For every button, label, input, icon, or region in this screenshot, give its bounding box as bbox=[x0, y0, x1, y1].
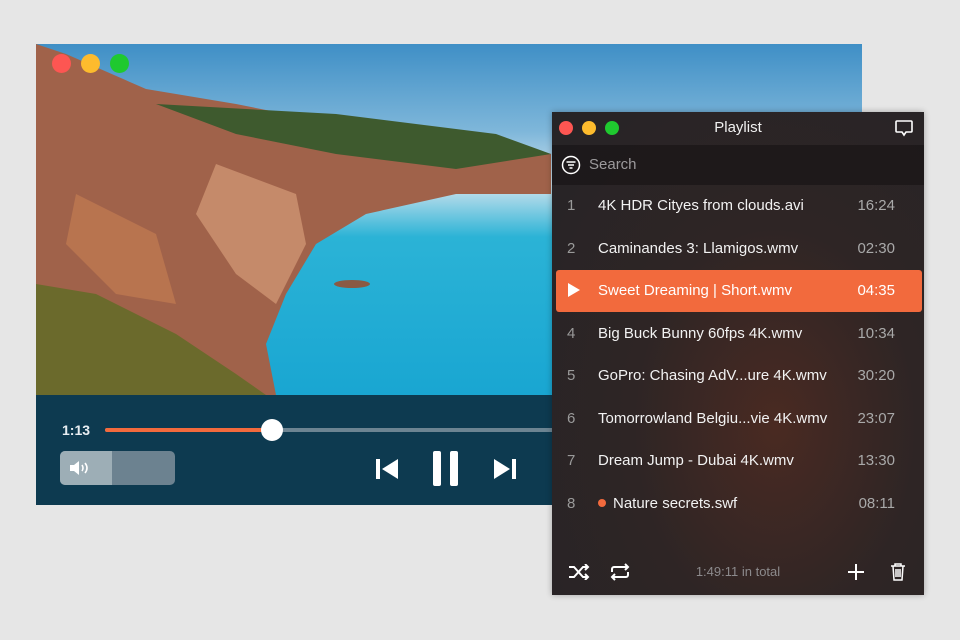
pause-button[interactable] bbox=[433, 451, 459, 486]
total-duration: 1:49:11 in total bbox=[695, 564, 781, 579]
add-icon[interactable] bbox=[848, 564, 864, 580]
next-button[interactable] bbox=[494, 459, 516, 479]
item-title: GoPro: Chasing AdV...ure 4K.wmv bbox=[598, 367, 827, 384]
minimize-button[interactable] bbox=[81, 54, 100, 73]
item-title-text: Dream Jump - Dubai 4K.wmv bbox=[598, 452, 794, 469]
previous-button[interactable] bbox=[376, 459, 398, 479]
playlist-item[interactable]: 4 Big Buck Bunny 60fps 4K.wmv 10:34 bbox=[556, 313, 922, 355]
search-bar[interactable]: Search bbox=[552, 145, 924, 185]
item-title-text: Nature secrets.swf bbox=[613, 494, 738, 512]
item-title-text: Sweet Dreaming | Short.wmv bbox=[598, 282, 792, 299]
item-title: Tomorrowland Belgiu...vie 4K.wmv bbox=[598, 410, 827, 427]
item-title-text: 4K HDR Cityes from clouds.avi bbox=[598, 197, 804, 214]
item-title: Big Buck Bunny 60fps 4K.wmv bbox=[598, 325, 802, 342]
playlist-item[interactable]: 2 Caminandes 3: Llamigos.wmv 02:30 bbox=[556, 228, 922, 270]
playlist-item[interactable]: 1 4K HDR Cityes from clouds.avi 16:24 bbox=[556, 185, 922, 227]
item-duration: 16:24 bbox=[857, 197, 895, 214]
window-controls bbox=[52, 54, 129, 73]
close-button[interactable] bbox=[52, 54, 71, 73]
item-title: Sweet Dreaming | Short.wmv bbox=[598, 282, 792, 299]
item-number: 1 bbox=[567, 197, 576, 214]
item-duration: 02:30 bbox=[857, 239, 895, 257]
item-duration: 23:07 bbox=[857, 409, 895, 427]
item-number: 4 bbox=[567, 324, 576, 342]
speaker-icon bbox=[70, 461, 88, 475]
item-duration: 08:11 bbox=[858, 494, 895, 512]
item-title: 4K HDR Cityes from clouds.avi bbox=[598, 197, 804, 214]
volume-slider[interactable] bbox=[60, 451, 175, 485]
item-number: 8 bbox=[567, 494, 576, 512]
playlist-item[interactable]: 8 Nature secrets.swf 08:11 bbox=[556, 483, 922, 525]
item-duration: 10:34 bbox=[857, 324, 895, 342]
item-number: 6 bbox=[567, 409, 576, 427]
playlist-window: Playlist Search 1 4K HDR Cityes from clou… bbox=[552, 112, 924, 595]
item-title-text: GoPro: Chasing AdV...ure 4K.wmv bbox=[598, 367, 827, 384]
search-input[interactable]: Search bbox=[589, 156, 637, 173]
maximize-button[interactable] bbox=[110, 54, 129, 73]
item-number: 5 bbox=[567, 367, 576, 384]
item-title: Dream Jump - Dubai 4K.wmv bbox=[598, 452, 794, 469]
item-title-text: Tomorrowland Belgiu...vie 4K.wmv bbox=[598, 409, 828, 427]
seek-thumb[interactable] bbox=[260, 419, 283, 441]
playlist-item[interactable]: Sweet Dreaming | Short.wmv 04:35 bbox=[556, 270, 922, 312]
playlist-item[interactable]: 6 Tomorrowland Belgiu...vie 4K.wmv 23:07 bbox=[556, 398, 922, 440]
item-number: 7 bbox=[567, 452, 576, 469]
new-indicator-icon bbox=[598, 498, 606, 507]
item-duration: 04:35 bbox=[857, 282, 895, 299]
item-title-text: Big Buck Bunny 60fps 4K.wmv bbox=[598, 324, 803, 342]
item-duration: 30:20 bbox=[857, 367, 895, 384]
play-icon bbox=[568, 283, 580, 297]
playlist-title: Playlist bbox=[714, 119, 762, 136]
seek-progress bbox=[105, 428, 272, 432]
trash-icon[interactable] bbox=[890, 562, 906, 581]
item-title: Caminandes 3: Llamigos.wmv bbox=[598, 240, 798, 257]
chat-icon[interactable] bbox=[895, 120, 913, 137]
playlist-item[interactable]: 5 GoPro: Chasing AdV...ure 4K.wmv 30:20 bbox=[556, 355, 922, 397]
playlist-item[interactable]: 7 Dream Jump - Dubai 4K.wmv 13:30 bbox=[556, 440, 922, 482]
filter-icon bbox=[561, 155, 581, 175]
item-number: 2 bbox=[567, 239, 576, 257]
current-time: 1:13 bbox=[62, 422, 91, 438]
item-title: Nature secrets.swf bbox=[598, 495, 737, 512]
item-duration: 13:30 bbox=[857, 452, 895, 469]
item-title-text: Caminandes 3: Llamigos.wmv bbox=[598, 239, 799, 257]
